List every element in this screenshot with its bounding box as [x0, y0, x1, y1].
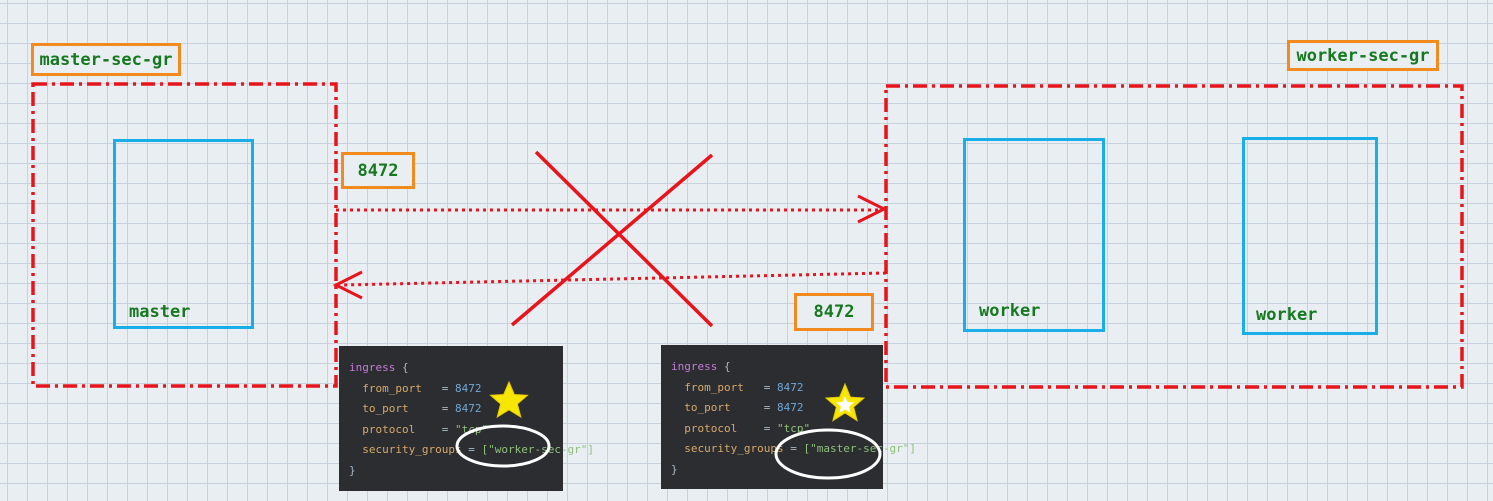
worker-node-1-label: worker: [979, 301, 1041, 321]
worker-node-1[interactable]: worker: [963, 138, 1105, 332]
code-sg-val: ["master-sec-gr"]: [803, 442, 917, 455]
code-close-brace: }: [349, 463, 356, 477]
code-protocol-val: "tcp": [776, 421, 811, 435]
worker-sec-gr-tag: worker-sec-gr: [1287, 40, 1439, 71]
worker-node-2-label: worker: [1256, 305, 1318, 325]
code-sg-key: security_groups: [362, 443, 462, 456]
code-to-port-val: 8472: [454, 402, 482, 415]
code-block-keyword: ingress: [349, 361, 396, 374]
code-from-port-key: from_port: [362, 381, 422, 395]
code-block-keyword: ingress: [671, 360, 718, 373]
code-snippet-worker-ingress: ingress { from_port = 8472 to_port = 847…: [661, 345, 916, 489]
code-close-brace: }: [671, 462, 678, 476]
code-protocol-key: protocol: [684, 421, 738, 435]
code-open-brace: {: [401, 361, 409, 374]
code-to-port-key: to_port: [362, 402, 409, 415]
arrow-right-icon: [336, 194, 888, 224]
port-tag-inbound: 8472: [794, 293, 874, 331]
code-from-port-val: 8472: [776, 380, 804, 394]
cross-mark-icon: [510, 150, 714, 328]
port-tag-outbound: 8472: [341, 152, 415, 189]
code-to-port-val: 8472: [776, 401, 804, 414]
code-protocol-key: protocol: [362, 422, 416, 436]
master-node-label: master: [129, 302, 191, 322]
code-open-brace: {: [723, 360, 731, 373]
code-sg-key: security_groups: [684, 442, 784, 455]
code-from-port-key: from_port: [684, 380, 744, 394]
master-node[interactable]: master: [113, 139, 254, 329]
code-protocol-val: "tcp": [454, 422, 489, 436]
worker-node-2[interactable]: worker: [1242, 137, 1378, 335]
code-from-port-val: 8472: [454, 381, 482, 395]
code-snippet-master-ingress: ingress { from_port = 8472 to_port = 847…: [339, 346, 594, 491]
code-to-port-key: to_port: [684, 401, 731, 414]
master-sec-gr-tag: master-sec-gr: [31, 43, 181, 76]
code-sg-val: ["worker-sec-gr"]: [481, 443, 595, 456]
